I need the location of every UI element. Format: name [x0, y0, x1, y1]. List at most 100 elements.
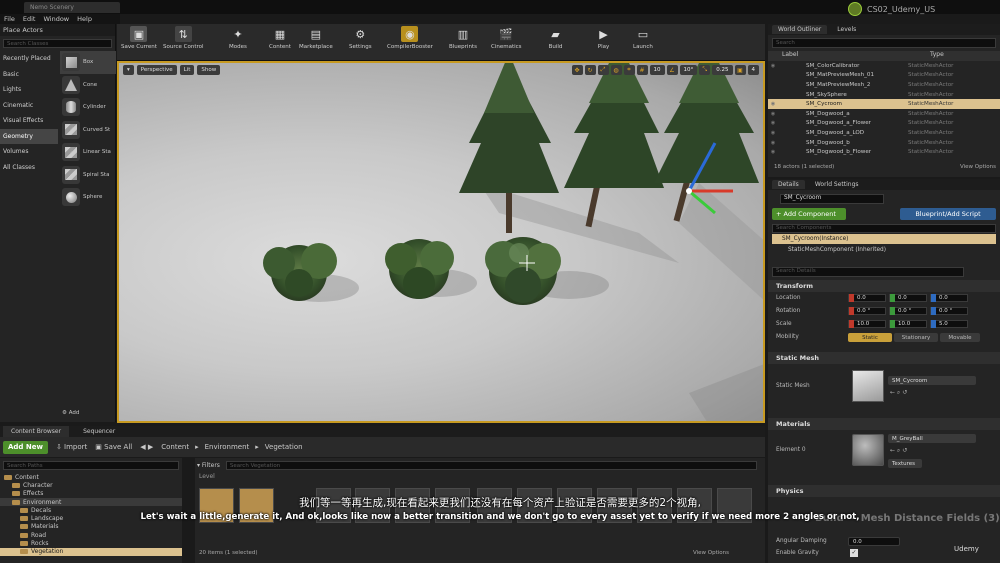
project-tab[interactable]: Nemo Scenery	[24, 2, 120, 13]
rotation-y[interactable]: 0.0 °	[889, 307, 927, 315]
settings-button[interactable]: ⚙ Settings	[349, 26, 372, 59]
lit-button[interactable]: Lit	[179, 65, 195, 75]
level-viewport[interactable]: ▾ Perspective Lit Show ✥ ↻ ⤢ ◍ ⌗ # 10 ∠ …	[117, 61, 765, 423]
tab-details[interactable]: Details	[772, 180, 805, 189]
shape-curved-stair[interactable]: Curved St	[60, 119, 116, 142]
component-child[interactable]: StaticMeshComponent (Inherited)	[788, 247, 886, 253]
table-row[interactable]: SM_MatPreviewMesh_01 StaticMeshActor	[768, 71, 1000, 81]
marketplace-button[interactable]: ▤ Marketplace	[299, 26, 333, 59]
scale-x[interactable]: 10.0	[848, 320, 886, 328]
tree-node[interactable]: Character	[0, 481, 182, 489]
camera-speed-icon[interactable]: ▣	[734, 65, 746, 75]
level-filter-chip[interactable]: Level	[199, 473, 215, 480]
shape-cone[interactable]: Cone	[60, 74, 116, 97]
category-geometry[interactable]: Geometry	[0, 128, 58, 144]
cinematics-button[interactable]: 🎬 Cinematics	[491, 26, 522, 59]
category-recently-placed[interactable]: Recently Placed	[0, 51, 58, 67]
visibility-icon[interactable]: ◉	[768, 111, 778, 117]
component-root[interactable]: SM_Cycroom(Instance)	[772, 234, 996, 244]
viewport-menu-button[interactable]: ▾	[123, 65, 134, 75]
textures-dropdown[interactable]: Textures	[888, 459, 922, 468]
breadcrumb-content[interactable]: Content	[161, 443, 189, 451]
content-button[interactable]: ▦ Content	[269, 26, 291, 59]
static-mesh-dropdown[interactable]: SM_Cycroom	[888, 376, 976, 385]
cb-view-options-button[interactable]: View Options	[693, 550, 729, 556]
enable-gravity-checkbox[interactable]: ✓	[850, 549, 858, 557]
modes-button[interactable]: ✦ Modes	[229, 26, 247, 59]
search-classes-input[interactable]: Search Classes	[3, 39, 112, 48]
outliner-search-input[interactable]: Search	[772, 38, 996, 48]
show-button[interactable]: Show	[197, 65, 221, 75]
tree-node[interactable]: Rocks	[0, 539, 182, 547]
visibility-icon[interactable]: ◉	[768, 120, 778, 126]
tree-node[interactable]: Content	[0, 473, 182, 481]
category-basic[interactable]: Basic	[0, 67, 58, 83]
visibility-icon[interactable]: ◉	[768, 140, 778, 146]
add-new-button[interactable]: Add New	[3, 440, 48, 454]
rotation-snap-value[interactable]: 10°	[679, 65, 698, 75]
perspective-button[interactable]: Perspective	[136, 65, 177, 75]
filters-button[interactable]: ▾ Filters	[197, 462, 220, 469]
launch-button[interactable]: ▭ Launch	[633, 26, 653, 59]
play-button[interactable]: ▶ Play	[595, 26, 612, 59]
visibility-icon[interactable]: ◉	[768, 63, 778, 69]
tab-content-browser[interactable]: Content Browser	[3, 426, 70, 437]
table-row[interactable]: ◉ SM_Dogwood_a_Flower StaticMeshActor	[768, 119, 1000, 129]
table-row[interactable]: ◉ SM_Dogwood_b StaticMeshActor	[768, 138, 1000, 148]
user-name[interactable]: CS02_Udemy_US	[867, 5, 935, 14]
rotation-x[interactable]: 0.0 °	[848, 307, 886, 315]
tree-node-selected[interactable]: Vegetation	[0, 547, 182, 556]
table-row[interactable]: ◉ SM_Dogwood_a_LOD StaticMeshActor	[768, 128, 1000, 138]
search-assets-input[interactable]: Search Vegetation	[225, 460, 757, 470]
grid-snap-icon[interactable]: #	[636, 65, 648, 75]
place-actors-tab[interactable]: Place Actors	[0, 24, 115, 36]
search-details-input[interactable]: Search Details	[772, 267, 964, 277]
shape-spiral-stair[interactable]: Spiral Sta	[60, 164, 116, 187]
mobility-static-button[interactable]: Static	[848, 333, 892, 342]
history-arrows-icon[interactable]: ◀ ▶	[140, 443, 153, 451]
category-cinematic[interactable]: Cinematic	[0, 98, 58, 114]
source-control-button[interactable]: ⇅ Source Control	[163, 26, 204, 59]
tab-levels[interactable]: Levels	[837, 26, 856, 33]
material-dropdown[interactable]: M_GreyBall	[888, 434, 976, 443]
camera-speed-value[interactable]: 4	[747, 65, 759, 75]
table-row-selected[interactable]: ◉ SM_Cycroom StaticMeshActor	[768, 99, 1000, 109]
shape-box[interactable]: Box	[60, 51, 116, 74]
category-all-classes[interactable]: All Classes	[0, 160, 58, 176]
category-visual-effects[interactable]: Visual Effects	[0, 113, 58, 129]
scale-y[interactable]: 10.0	[889, 320, 927, 328]
shape-sphere[interactable]: Sphere	[60, 186, 116, 209]
rotation-snap-icon[interactable]: ∠	[666, 65, 678, 75]
column-type[interactable]: Type	[930, 51, 944, 61]
shape-linear-stair[interactable]: Linear Sta	[60, 141, 116, 164]
table-row[interactable]: SM_SkySphere StaticMeshActor	[768, 90, 1000, 100]
table-row[interactable]: ◉ SM_ColorCalibrator StaticMeshActor	[768, 61, 1000, 71]
menu-help[interactable]: Help	[77, 15, 92, 23]
blueprint-add-script-button[interactable]: Blueprint/Add Script	[900, 208, 996, 220]
add-component-button[interactable]: + Add Component	[772, 208, 846, 220]
visibility-icon[interactable]: ◉	[768, 130, 778, 136]
angular-damping-field[interactable]: 0.0	[848, 537, 900, 546]
menu-edit[interactable]: Edit	[23, 15, 36, 23]
tree-node[interactable]: Road	[0, 531, 182, 539]
location-y[interactable]: 0.0	[889, 294, 927, 302]
mobility-stationary-button[interactable]: Stationary	[894, 333, 938, 342]
table-row[interactable]: SM_MatPreviewMesh_2 StaticMeshActor	[768, 80, 1000, 90]
visibility-icon[interactable]: ◉	[768, 149, 778, 155]
translate-icon[interactable]: ✥	[571, 65, 583, 75]
import-button[interactable]: ⇩ Import	[56, 443, 87, 451]
mesh-browse-icons[interactable]: ← ⌕ ↺	[890, 389, 907, 397]
table-row[interactable]: ◉ SM_Dogwood_a StaticMeshActor	[768, 109, 1000, 119]
search-components-input[interactable]: Search Components	[772, 224, 996, 233]
menu-window[interactable]: Window	[43, 15, 69, 23]
add-footer[interactable]: ⚙ Add	[62, 410, 79, 416]
compiler-booster-button[interactable]: ◉ CompilerBooster	[387, 26, 433, 59]
world-icon[interactable]: ◍	[610, 65, 622, 75]
shape-cylinder[interactable]: Cylinder	[60, 96, 116, 119]
section-materials[interactable]: Materials	[768, 418, 1000, 430]
static-mesh-thumbnail[interactable]	[852, 370, 884, 402]
build-button[interactable]: ▰ Build	[547, 26, 564, 59]
tab-sequencer[interactable]: Sequencer	[75, 426, 123, 437]
breadcrumb-vegetation[interactable]: Vegetation	[265, 443, 303, 451]
table-row[interactable]: ◉ SM_Dogwood_b_Flower StaticMeshActor	[768, 147, 1000, 157]
